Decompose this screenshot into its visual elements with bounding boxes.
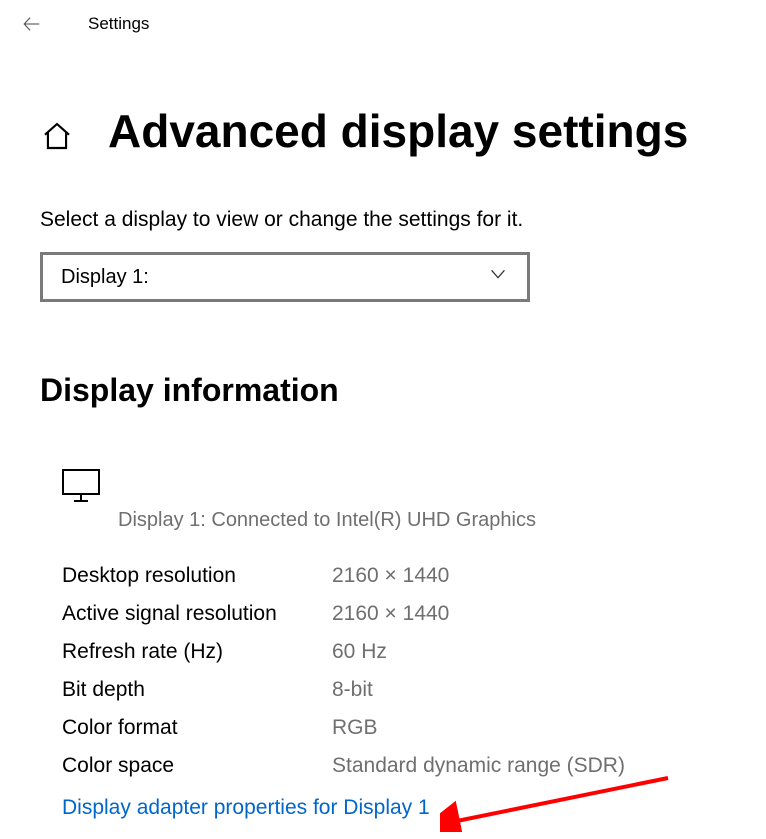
home-icon[interactable]: [40, 118, 74, 152]
info-value: Standard dynamic range (SDR): [332, 754, 625, 778]
section-title: Display information: [40, 372, 726, 409]
display-select-dropdown[interactable]: Display 1:: [40, 252, 530, 302]
info-row: Refresh rate (Hz) 60 Hz: [62, 640, 726, 664]
info-label: Active signal resolution: [62, 602, 332, 626]
info-value: RGB: [332, 716, 378, 740]
info-row: Bit depth 8-bit: [62, 678, 726, 702]
info-label: Refresh rate (Hz): [62, 640, 332, 664]
info-row: Desktop resolution 2160 × 1440: [62, 564, 726, 588]
instruction-text: Select a display to view or change the s…: [40, 208, 726, 232]
chevron-down-icon: [487, 263, 509, 291]
page-title: Advanced display settings: [108, 104, 688, 158]
info-value: 2160 × 1440: [332, 564, 449, 588]
display-info-grid: Desktop resolution 2160 × 1440 Active si…: [62, 564, 726, 778]
display-adapter-properties-link[interactable]: Display adapter properties for Display 1: [62, 796, 430, 820]
monitor-icon: [62, 469, 100, 503]
info-row: Color format RGB: [62, 716, 726, 740]
info-value: 8-bit: [332, 678, 373, 702]
info-value: 2160 × 1440: [332, 602, 449, 626]
info-row: Active signal resolution 2160 × 1440: [62, 602, 726, 626]
dropdown-selected-value: Display 1:: [61, 266, 149, 289]
info-row: Color space Standard dynamic range (SDR): [62, 754, 726, 778]
info-label: Color format: [62, 716, 332, 740]
info-label: Color space: [62, 754, 332, 778]
back-button[interactable]: [18, 10, 46, 38]
window-title: Settings: [88, 14, 149, 34]
info-value: 60 Hz: [332, 640, 387, 664]
display-caption: Display 1: Connected to Intel(R) UHD Gra…: [118, 509, 726, 532]
info-label: Desktop resolution: [62, 564, 332, 588]
info-label: Bit depth: [62, 678, 332, 702]
